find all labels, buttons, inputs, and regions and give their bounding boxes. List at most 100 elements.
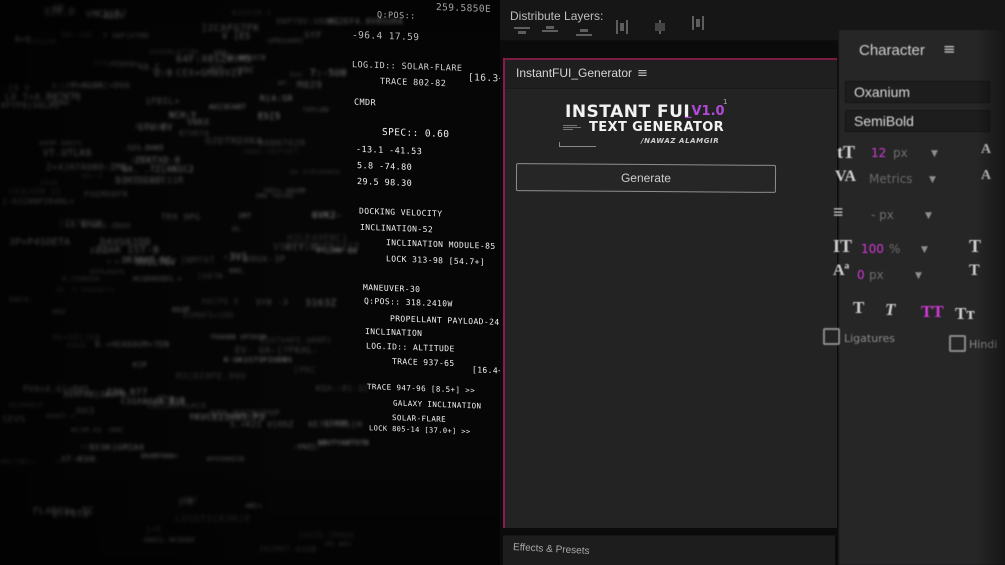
blurred-text-fragment: TRAHBB XPIKSM xyxy=(210,333,267,341)
after-effects-workspace: ZEKTXD-0 VK3]+E 3MG TKYOG K-UK1S73FIUDBS VT.… xyxy=(0,0,1005,565)
font-size-unit: px xyxy=(893,146,908,160)
distribute-hcenter-icon[interactable] xyxy=(652,20,668,34)
blurred-text-fragment: 707+-KH3M xyxy=(263,187,306,195)
vertical-scale-icon: IT xyxy=(833,236,853,256)
blurred-text-fragment: VK3 xyxy=(52,308,66,316)
blurred-text-fragment: H:5GBUUA xyxy=(62,274,101,283)
panel-tab-bar: InstantFUI_Generator ≡ xyxy=(505,58,837,89)
blurred-text-fragment: LDSGTICK3R]E xyxy=(175,514,251,525)
blurred-text-fragment: ES[5 xyxy=(258,112,281,122)
character-panel: Character ≡ Oxanium SemiBold tT 12 px ▼ … xyxy=(823,30,1005,565)
fui-text: 5.8 -74.80 xyxy=(357,161,413,173)
fui-text: [16.3+] xyxy=(468,72,500,85)
blurred-text-fragment: ]+E xyxy=(146,525,162,534)
ligatures-checkbox[interactable] xyxy=(823,328,840,345)
blurred-text-fragment: E-P6T8 xyxy=(53,509,90,520)
panel-menu-icon[interactable]: ≡ xyxy=(637,66,648,81)
blurred-text-fragment: O6+VD[]K8 xyxy=(52,332,101,342)
blurred-text-fragment: AAHM AAKZ1 xyxy=(39,139,83,147)
blurred-text-fragment: KSX::O]-1[ xyxy=(316,384,369,393)
blurred-text-fragment: PV0+X.G]+RHS xyxy=(23,384,90,394)
composition-viewer[interactable]: ZEKTXD-0 VK3]+E 3MG TKYOG K-UK1S73FIUDBS VT.… xyxy=(0,0,500,565)
leading-row: ≡ - px ▼ xyxy=(833,202,999,228)
ligatures-label: Ligatures xyxy=(844,332,895,345)
blurred-text-fragment: 45AK xyxy=(40,179,59,187)
blurred-text-fragment: 1FBIL+ xyxy=(145,97,181,107)
blurred-text-fragment: C6U xyxy=(182,495,198,504)
font-style-select[interactable]: SemiBold xyxy=(845,110,990,132)
instantfui-generator-panel: InstantFUI_Generator ≡ INSTANT FUI _V1.0… xyxy=(503,58,837,528)
fui-text: -96.4 17.59 xyxy=(352,29,420,44)
baseline-shift-icon: Aª xyxy=(833,262,850,279)
blurred-text-fragment: UUAXNLA7]RK xyxy=(149,48,200,56)
blurred-text-fragment: RBF6: xyxy=(9,295,34,304)
logo-title-line1: INSTANT FUI xyxy=(565,102,691,122)
blurred-text-fragment: :ZZAR IST-B xyxy=(89,245,160,256)
blurred-text-fragment: 8UKKT-1 xyxy=(46,413,76,420)
fui-text: Q:POS:: xyxy=(377,10,416,22)
blurred-text-fragment: AY. xyxy=(278,80,291,87)
blurred-text-fragment: 5.+K2I U]O5Z xyxy=(230,420,294,429)
blurred-text-fragment: [PRC xyxy=(293,366,317,376)
stroke-dropdown-icon[interactable]: ▼ xyxy=(925,211,932,221)
font-family-select[interactable]: Oxanium xyxy=(845,81,990,103)
generate-button[interactable]: Generate xyxy=(515,163,777,193)
blurred-text-fragment: NBVTYA8T57D xyxy=(318,439,370,447)
baseline-value[interactable]: 0 xyxy=(857,268,865,282)
distribute-vcenter-icon[interactable] xyxy=(542,25,558,39)
blurred-text-fragment: TR9 9PG xyxy=(161,213,201,223)
logo-title-line2: TEXT GENERATOR xyxy=(589,120,725,135)
blurred-text-fragment: 98BN7O2R xyxy=(258,139,306,149)
hindi-digits-checkbox[interactable] xyxy=(949,335,966,352)
blurred-text-fragment: GA9]L-9C3G9Z xyxy=(144,537,195,544)
faux-bold-button[interactable]: T xyxy=(853,298,864,318)
blurred-text-fragment: EHC xyxy=(290,71,304,79)
distribute-left-icon[interactable] xyxy=(614,20,630,34)
small-caps-button[interactable]: Tт xyxy=(955,304,975,324)
blurred-text-fragment: PSEMX0FR xyxy=(84,189,128,199)
blurred-text-fragment: [OXIE:IPHOX xyxy=(298,531,355,540)
panel-edge-shadow xyxy=(976,30,1005,565)
kerning-dropdown-icon[interactable]: ▼ xyxy=(929,175,936,185)
character-menu-icon[interactable]: ≡ xyxy=(943,40,956,58)
panel-tab-title[interactable]: InstantFUI_Generator xyxy=(516,66,632,80)
blurred-text-fragment: AL xyxy=(232,225,242,233)
font-size-dropdown-icon[interactable]: ▼ xyxy=(931,149,938,159)
fui-text: 29.5 98.30 xyxy=(357,177,413,189)
vertical-scale-value[interactable]: 100 xyxy=(861,242,884,256)
faux-italic-button[interactable]: T xyxy=(885,300,895,320)
distribute-right-icon[interactable] xyxy=(690,16,706,30)
fui-text: SOLAR-FLARE xyxy=(392,413,447,424)
all-caps-button[interactable]: TT xyxy=(921,302,944,322)
blurred-text-fragment: R3.B7 xyxy=(95,9,128,20)
blurred-text-fragment: 85M0F5+1OO xyxy=(183,311,234,320)
blurred-text-fragment: 6EU7C xyxy=(131,156,157,165)
distribute-bottom-icon[interactable] xyxy=(576,25,592,39)
blurred-text-fragment: 3 N xyxy=(170,396,186,405)
blurred-text-fragment: 2+4]H7AO0O:ZMG xyxy=(46,163,128,173)
effects-presets-tab[interactable]: Effects & Presets xyxy=(503,535,835,565)
kerning-value[interactable]: Metrics xyxy=(869,172,913,186)
blurred-text-fragment: BZ54]N-3 xyxy=(232,8,272,17)
font-size-value[interactable]: 12 xyxy=(871,146,886,160)
blurred-text-fragment: K1X7V4PZ.SKRP] xyxy=(260,336,332,345)
blurred-text-fragment: HCGD0OXD1.+ xyxy=(133,275,183,283)
character-panel-title[interactable]: Character xyxy=(859,42,925,59)
blurred-text-fragment: K]P xyxy=(133,361,147,369)
distribute-top-icon[interactable] xyxy=(514,25,530,39)
blurred-text-fragment: K-UK1S73FIUDBS xyxy=(224,355,293,364)
distribute-layers-label: Distribute Layers: xyxy=(510,9,604,23)
blurred-text-fragment: 7 X8F[X7MO xyxy=(103,32,149,40)
blurred-text-fragment: O0P78V:V0DDC xyxy=(276,16,341,26)
blurred-text-fragment: ]NMTAT xyxy=(180,256,216,266)
baseline-row: Aª 0 px ▼ T xyxy=(833,262,999,288)
vertical-scale-dropdown-icon[interactable]: ▼ xyxy=(921,245,928,255)
blurred-text-fragment: 70FL0N xyxy=(302,106,329,114)
blurred-text-fragment: M3[DI8FE.99U xyxy=(176,372,247,382)
blurred-text-fragment: .XF-KVA xyxy=(55,455,96,465)
baseline-dropdown-icon[interactable]: ▼ xyxy=(915,271,922,281)
blurred-text-fragment: H8K- xyxy=(214,49,233,57)
logo-superscript: 1 xyxy=(723,98,728,106)
fui-text: 259.5850E xyxy=(436,2,492,15)
instant-fui-logo: INSTANT FUI _V1.0 1 TEXT GENERATOR /NAWA… xyxy=(559,98,733,158)
